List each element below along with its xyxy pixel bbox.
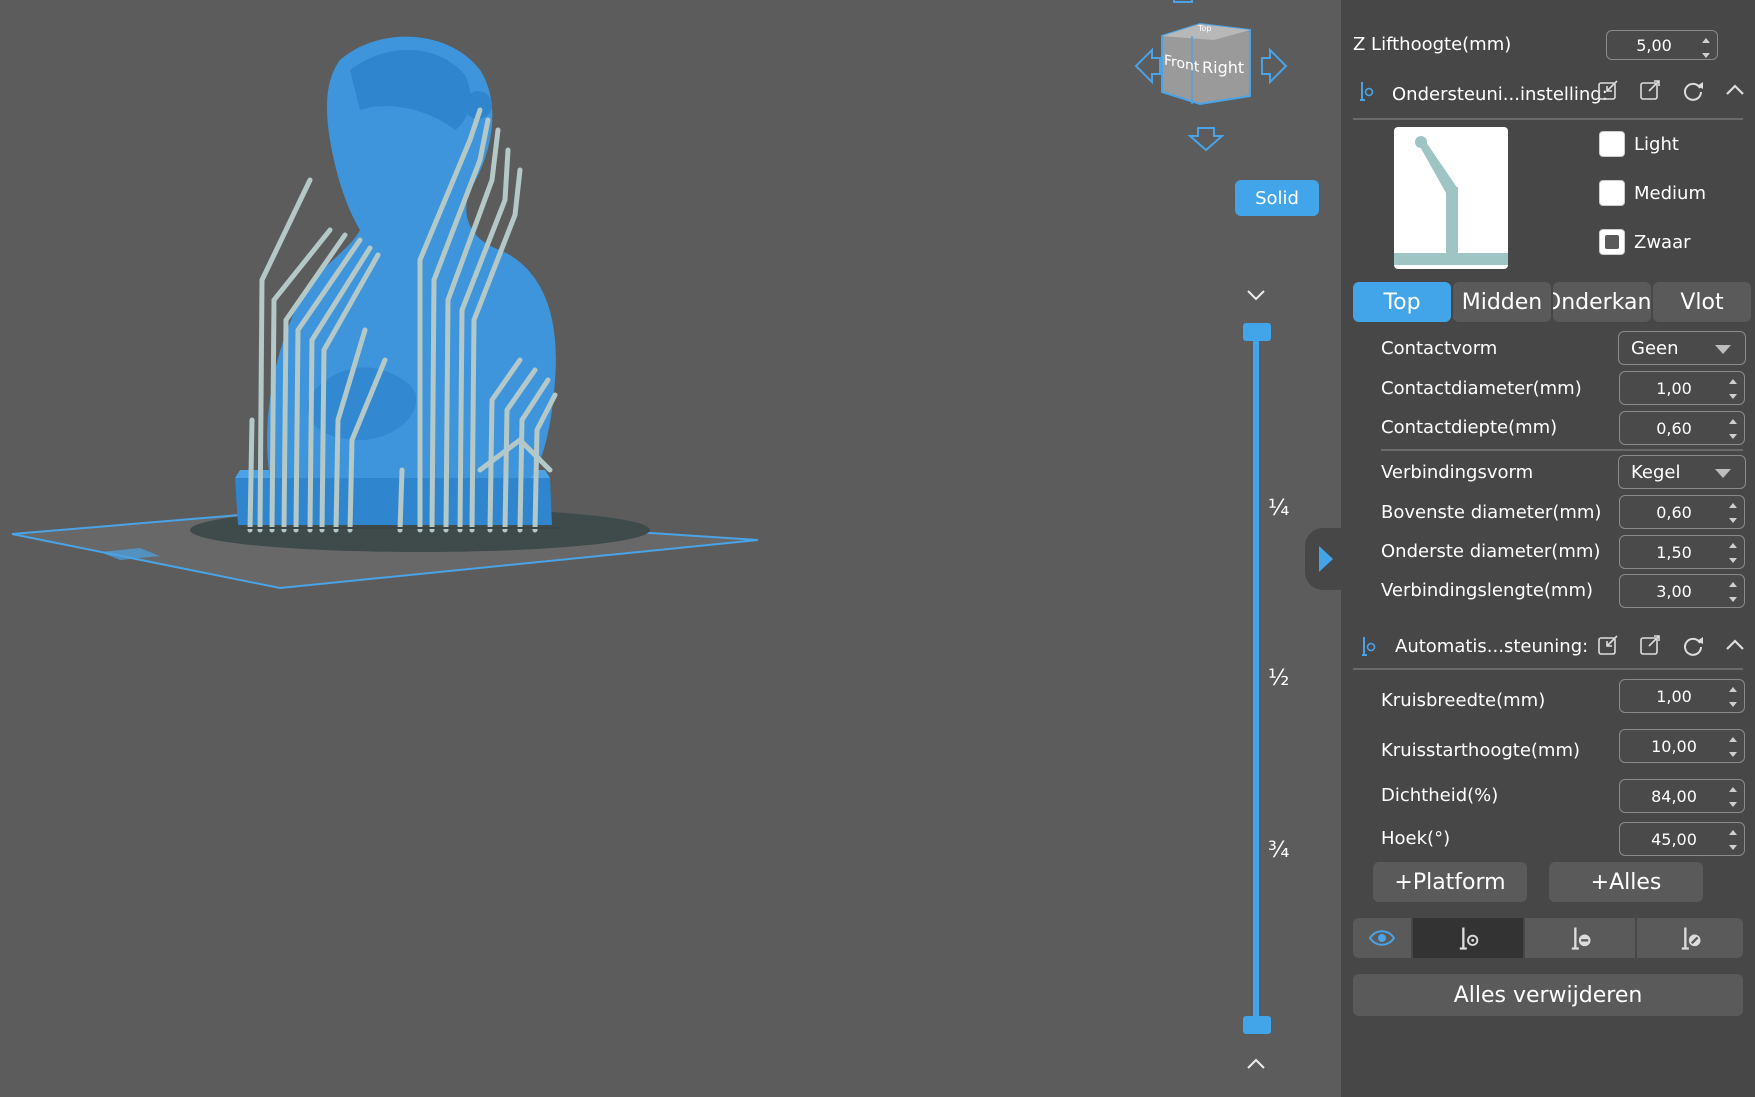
cross-width-input[interactable]: 1,00 (1619, 679, 1745, 713)
upper-diameter-input[interactable]: 0,60 (1619, 495, 1745, 529)
density-input[interactable]: 84,00 (1619, 779, 1745, 813)
cross-start-height-input[interactable]: 10,00 (1619, 729, 1745, 763)
auto-support-title: Automatis...steuning: (1395, 636, 1589, 657)
tab-onderkant[interactable]: Onderkant (1553, 282, 1651, 322)
3d-viewport[interactable]: Front Right Top Solid ¼ ½ ¾ (0, 0, 1341, 1097)
reset-icon[interactable] (1681, 78, 1705, 102)
preset-zwaar-checkbox[interactable] (1599, 229, 1625, 255)
layer-slider-track[interactable] (1253, 330, 1259, 1026)
connection-shape-label: Verbindingsvorm (1381, 462, 1534, 483)
lower-diameter-label: Onderste diameter(mm) (1381, 541, 1601, 562)
divider (1353, 668, 1743, 670)
edit-support-icon (1681, 927, 1701, 950)
remove-all-button[interactable]: Alles verwijderen (1353, 974, 1743, 1016)
preset-light-label: Light (1634, 134, 1679, 155)
slider-mark-quarter: ¼ (1268, 496, 1290, 521)
contact-diameter-label: Contactdiameter(mm) (1381, 378, 1582, 399)
contact-depth-input[interactable]: 0,60 (1619, 411, 1745, 445)
panel-toggle-button[interactable] (1305, 528, 1341, 590)
add-support-icon (1459, 927, 1479, 950)
preset-medium-checkbox[interactable] (1599, 180, 1625, 206)
support-preview-image (1394, 127, 1508, 269)
divider (1353, 118, 1743, 120)
collapse-icon[interactable] (1723, 78, 1747, 102)
add-support-tool-button[interactable] (1413, 918, 1523, 958)
view-cube-right[interactable]: Right (1202, 58, 1244, 77)
edit-support-tool-button[interactable] (1637, 918, 1743, 958)
density-label: Dichtheid(%) (1381, 785, 1499, 806)
import-icon[interactable] (1596, 633, 1620, 657)
chevron-down-icon[interactable] (1244, 285, 1268, 305)
preset-medium-label: Medium (1634, 183, 1706, 204)
cross-width-label: Kruisbreedte(mm) (1381, 690, 1546, 711)
view-cube-top[interactable]: Top (1198, 24, 1212, 33)
render-mode-button[interactable]: Solid (1235, 180, 1319, 216)
angle-input[interactable]: 45,00 (1619, 822, 1745, 856)
connection-shape-select[interactable]: Kegel (1618, 455, 1746, 489)
auto-support-icon (1362, 637, 1376, 656)
export-icon[interactable] (1638, 633, 1662, 657)
export-icon[interactable] (1638, 78, 1662, 102)
contact-depth-label: Contactdiepte(mm) (1381, 417, 1558, 438)
support-settings-title: Ondersteuni...instelling: (1392, 84, 1608, 105)
reset-icon[interactable] (1681, 633, 1705, 657)
contact-shape-label: Contactvorm (1381, 338, 1498, 359)
collapse-icon[interactable] (1723, 633, 1747, 657)
layer-slider-bottom-handle[interactable] (1243, 1016, 1271, 1034)
support-icon (1360, 82, 1374, 101)
remove-support-tool-button[interactable] (1525, 918, 1635, 958)
cross-start-height-label: Kruisstarthoogte(mm) (1381, 740, 1581, 761)
remove-support-icon (1571, 927, 1591, 950)
preset-zwaar-label: Zwaar (1634, 232, 1691, 253)
connection-length-label: Verbindingslengte(mm) (1381, 580, 1594, 601)
add-all-support-button[interactable]: +Alles (1549, 862, 1703, 902)
tab-top[interactable]: Top (1353, 282, 1451, 322)
support-panel: Z Lifthoogte(mm) 5,00 Ondersteuni...inst… (1341, 0, 1755, 1097)
upper-diameter-label: Bovenste diameter(mm) (1381, 502, 1602, 523)
model-scene[interactable] (0, 0, 800, 620)
preset-light-checkbox[interactable] (1599, 131, 1625, 157)
chevron-up-icon[interactable] (1244, 1054, 1268, 1074)
contact-diameter-input[interactable]: 1,00 (1619, 371, 1745, 405)
layer-slider-top-handle[interactable] (1243, 323, 1271, 341)
connection-length-input[interactable]: 3,00 (1619, 574, 1745, 608)
eye-icon (1368, 930, 1396, 946)
z-lift-input[interactable]: 5,00 (1606, 30, 1718, 60)
divider (1381, 449, 1743, 451)
tab-vlot[interactable]: Vlot (1653, 282, 1751, 322)
toggle-visibility-button[interactable] (1353, 918, 1411, 958)
add-platform-support-button[interactable]: +Platform (1373, 862, 1527, 902)
slider-mark-three-quarter: ¾ (1268, 838, 1290, 863)
z-lift-label: Z Lifthoogte(mm) (1353, 34, 1512, 55)
lower-diameter-input[interactable]: 1,50 (1619, 535, 1745, 569)
contact-shape-select[interactable]: Geen (1618, 331, 1746, 365)
tab-midden[interactable]: Midden (1453, 282, 1551, 322)
slider-mark-half: ½ (1268, 666, 1290, 691)
view-cube[interactable]: Front Right Top (1118, 0, 1318, 160)
angle-label: Hoek(°) (1381, 828, 1451, 849)
import-icon[interactable] (1596, 78, 1620, 102)
